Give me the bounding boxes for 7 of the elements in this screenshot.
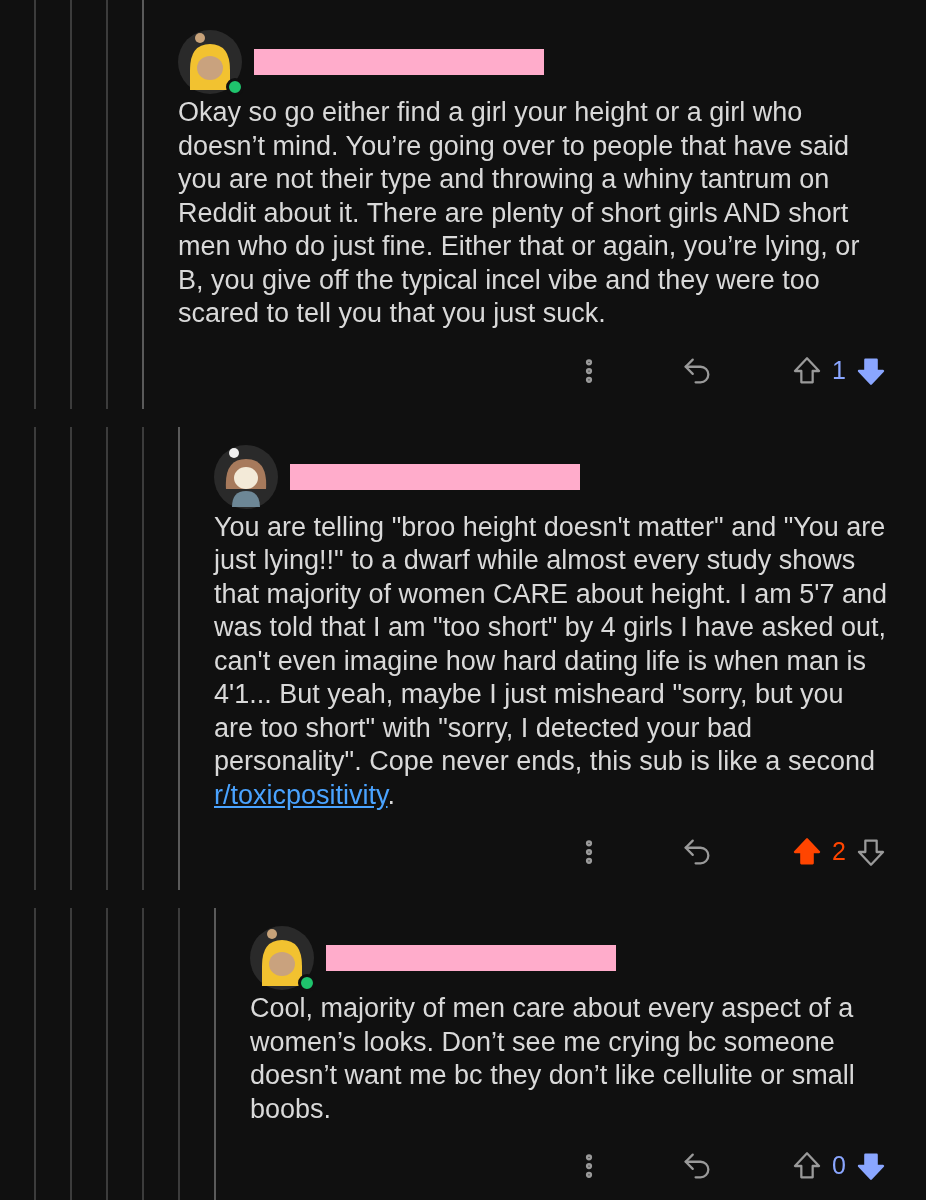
comment-text: Cool, majority of men care about every aspect of a women’s looks. Don’t see me crying bc someone doesn’t want me bc they don’t like cellulite or small boobs. bbox=[250, 992, 856, 1126]
vote-score: 1 bbox=[832, 354, 846, 386]
comment-text: Okay so go either find a girl your height or a girl who doesn’t mind. You’re going over to people that have said you are not their type and throwing a whiny tantrum on Reddit about it. There are plenty of short girls AND short men who do just fine. Either that or again, you’re lying, or B, you give off the typical incel vibe and they were too scared to tell you that you just suck. bbox=[178, 96, 861, 330]
comment-text: You are telling "broo height doesn't matter" and "You are just lying!!" to a dwarf while almost every study shows that majority of women CARE about height. I am 5'7 and was told that I am "too short" by 4 girls I have asked out, can't even imagine how hard dating life is when man is 4'1... But yeah, maybe I just misheard "sorry, but you are too short" with "sorry, I detected your bad personality". Cope never ends, this sub is like a second r/toxicpositivity. bbox=[214, 510, 888, 812]
vote-score: 2 bbox=[832, 836, 846, 868]
vote-score: 0 bbox=[832, 1150, 846, 1182]
subreddit-link[interactable]: r/toxicpositivity bbox=[214, 779, 388, 810]
